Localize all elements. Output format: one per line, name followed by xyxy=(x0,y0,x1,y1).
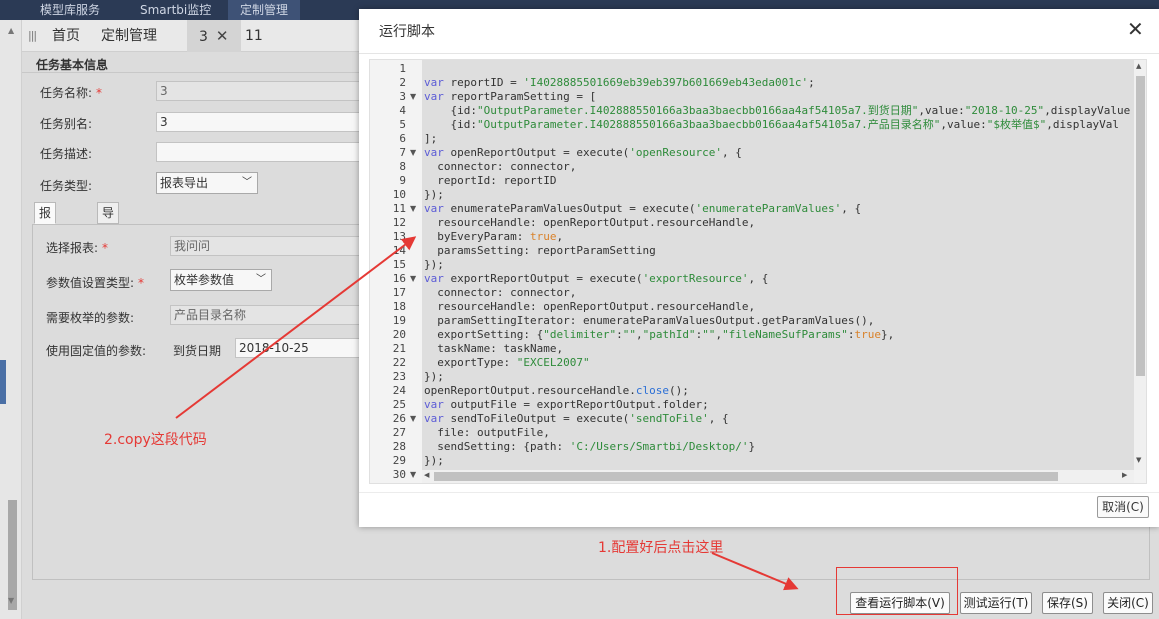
arrow-to-code xyxy=(175,236,417,419)
arrow-to-button xyxy=(711,552,799,591)
annotation-arrows xyxy=(175,236,799,591)
